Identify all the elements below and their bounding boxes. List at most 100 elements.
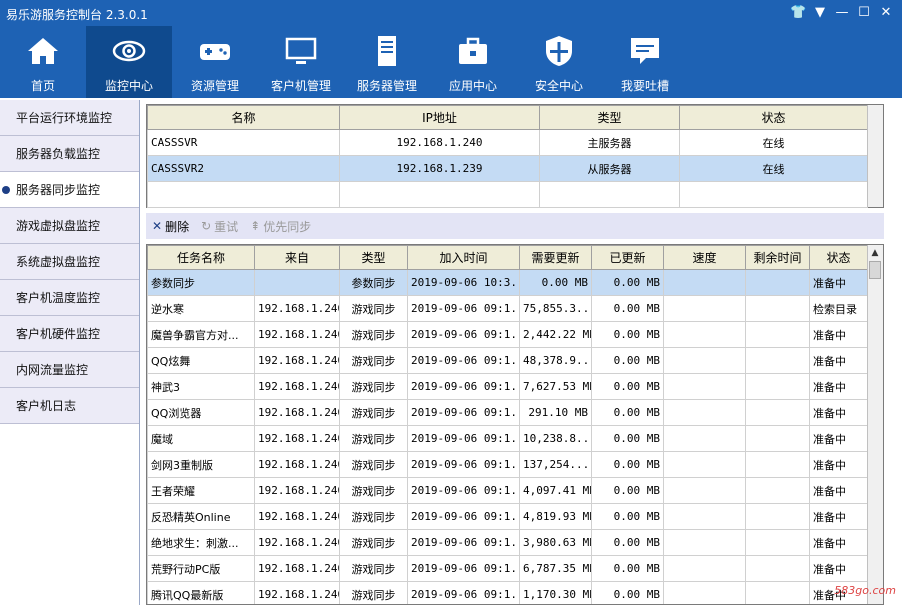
menu-icon[interactable]: ▼ (812, 5, 828, 21)
sidebar-item-label: 系统虚拟盘监控 (16, 255, 101, 269)
task-row[interactable]: 反恐精英Online 192.168.1.240 游戏同步 2019-09-06 09… (147, 503, 868, 530)
task-row[interactable]: 腾讯QQ最新版 192.168.1.240 游戏同步 2019-09-06 09:1.… (147, 581, 868, 604)
nav-item-gamepad[interactable]: 资源管理 (172, 26, 258, 98)
nav-item-label: 服务器管理 (356, 79, 417, 93)
nav-item-label: 安全中心 (534, 79, 583, 93)
column-header[interactable]: 状态 (809, 245, 868, 270)
task-table-scrollbar[interactable]: ▲ (867, 245, 883, 604)
table-cell: 2019-09-06 09:1... (407, 529, 520, 556)
table-cell: 192.168.1.240 (254, 399, 340, 426)
task-row[interactable]: 魔兽争霸官方对... 192.168.1.240 游戏同步 2019-09-06 09… (147, 321, 868, 348)
table-cell: 2019-09-06 09:1... (407, 373, 520, 400)
sidebar-item[interactable]: 游戏虚拟盘监控 (0, 208, 139, 244)
table-cell: 0.00 MB (591, 347, 664, 374)
server-table-scrollbar[interactable] (867, 105, 883, 207)
table-cell: 主服务器 (539, 129, 680, 156)
table-cell: 神武3 (147, 373, 255, 400)
table-cell (745, 425, 810, 452)
scroll-up-icon[interactable]: ▲ (868, 245, 882, 261)
table-cell (663, 477, 746, 504)
table-cell (745, 451, 810, 478)
sidebar-item[interactable]: 系统虚拟盘监控 (0, 244, 139, 280)
table-cell: 192.168.1.240 (339, 129, 540, 156)
task-row[interactable]: 参数同步 参数同步 2019-09-06 10:3... 0.00 MB 0.00 MB… (147, 269, 868, 296)
column-header[interactable]: 任务名称 (147, 245, 255, 270)
table-cell (663, 425, 746, 452)
table-cell: 48,378.9... (519, 347, 592, 374)
table-cell: QQ浏览器 (147, 399, 255, 426)
table-cell: 反恐精英Online (147, 503, 255, 530)
close-icon[interactable]: ✕ (878, 5, 894, 21)
sidebar-item[interactable]: 客户机硬件监控 (0, 316, 139, 352)
column-header[interactable]: 已更新 (591, 245, 664, 270)
task-table: 任务名称 来自 类型 加入时间 需要更新 已更新 速度 剩余时间 状态 参数同步 参数同步 2019-… (147, 245, 868, 604)
table-cell: 准备中 (809, 503, 868, 530)
table-cell: 腾讯QQ最新版 (147, 581, 255, 604)
sidebar-item[interactable]: 服务器同步监控 (0, 172, 139, 208)
nav-item-label: 监控中心 (104, 79, 153, 93)
column-header[interactable]: 剩余时间 (745, 245, 810, 270)
sidebar-item[interactable]: 平台运行环境监控 (0, 100, 139, 136)
column-header[interactable]: 类型 (339, 245, 408, 270)
nav-item-monitor[interactable]: 客户机管理 (258, 26, 344, 98)
server-row[interactable]: CASSSVR2 192.168.1.239 从服务器 在线 (147, 155, 868, 182)
table-cell (663, 321, 746, 348)
nav-item-label: 我要吐槽 (620, 79, 669, 93)
table-cell (663, 347, 746, 374)
column-header[interactable]: IP地址 (339, 105, 540, 130)
table-cell: 检索目录 (809, 295, 868, 322)
task-row[interactable]: 王者荣耀 192.168.1.240 游戏同步 2019-09-06 09:1... 4… (147, 477, 868, 504)
nav-item-eye[interactable]: 监控中心 (86, 26, 172, 98)
table-cell: 准备中 (809, 529, 868, 556)
column-header[interactable]: 类型 (539, 105, 680, 130)
gamepad-icon (198, 34, 232, 77)
task-row[interactable]: QQ炫舞 192.168.1.240 游戏同步 2019-09-06 09:1... 4… (147, 347, 868, 374)
table-cell: 192.168.1.240 (254, 555, 340, 582)
table-cell: 2019-09-06 09:1... (407, 555, 520, 582)
retry-button[interactable]: ↻ 重试 (201, 218, 238, 235)
column-header[interactable]: 名称 (147, 105, 340, 130)
column-header[interactable]: 速度 (663, 245, 746, 270)
table-cell: 0.00 MB (591, 581, 664, 604)
skin-icon[interactable]: 👕 (790, 5, 806, 21)
maximize-icon[interactable]: ☐ (856, 5, 872, 21)
table-cell: 0.00 MB (591, 503, 664, 530)
sidebar-item[interactable]: 客户机温度监控 (0, 280, 139, 316)
table-cell: 4,819.93 MB (519, 503, 592, 530)
server-table-panel: 名称 IP地址 类型 状态 CASSSVR 192.168.1.240 主服务器 在线 CASS… (146, 104, 884, 208)
nav-item-toolbox[interactable]: 应用中心 (430, 26, 516, 98)
sidebar-item[interactable]: 内网流量监控 (0, 352, 139, 388)
minimize-icon[interactable]: — (834, 5, 850, 21)
column-header[interactable]: 状态 (679, 105, 868, 130)
table-cell: 准备中 (809, 425, 868, 452)
task-row[interactable]: 魔域 192.168.1.240 游戏同步 2019-09-06 09:1... 10,… (147, 425, 868, 452)
task-row[interactable]: 神武3 192.168.1.240 游戏同步 2019-09-06 09:1... 7,… (147, 373, 868, 400)
table-cell (679, 181, 868, 208)
column-header[interactable]: 来自 (254, 245, 340, 270)
table-cell: CASSSVR (147, 129, 340, 156)
nav-item-server[interactable]: 服务器管理 (344, 26, 430, 98)
nav-item-shield[interactable]: 安全中心 (516, 26, 602, 98)
column-header[interactable]: 加入时间 (407, 245, 520, 270)
table-cell (745, 269, 810, 296)
sidebar-item[interactable]: 客户机日志 (0, 388, 139, 424)
server-row[interactable]: CASSSVR 192.168.1.240 主服务器 在线 (147, 129, 868, 156)
table-cell: 准备中 (809, 451, 868, 478)
table-cell: 从服务器 (539, 155, 680, 182)
task-row[interactable]: QQ浏览器 192.168.1.240 游戏同步 2019-09-06 09:1...… (147, 399, 868, 426)
table-cell: 291.10 MB (519, 399, 592, 426)
task-row[interactable]: 绝地求生：刺激... 192.168.1.240 游戏同步 2019-09-06 09… (147, 529, 868, 556)
task-row[interactable]: 荒野行动PC版 192.168.1.240 游戏同步 2019-09-06 09:1.… (147, 555, 868, 582)
task-row[interactable]: 逆水寒 192.168.1.240 游戏同步 2019-09-06 09:1... 75… (147, 295, 868, 322)
watermark: 583go.com (834, 584, 896, 597)
nav-item-chat[interactable]: 我要吐槽 (602, 26, 688, 98)
task-table-header: 任务名称 来自 类型 加入时间 需要更新 已更新 速度 剩余时间 状态 (147, 245, 868, 270)
home-icon (26, 34, 60, 77)
sidebar-item[interactable]: 服务器负载监控 (0, 136, 139, 172)
task-row[interactable]: 剑网3重制版 192.168.1.240 游戏同步 2019-09-06 09:1..… (147, 451, 868, 478)
nav-item-home[interactable]: 首页 (0, 26, 86, 98)
priority-sync-button[interactable]: ⇞ 优先同步 (250, 218, 311, 235)
delete-button[interactable]: ✕ 删除 (152, 218, 189, 235)
scroll-thumb[interactable] (869, 261, 881, 279)
column-header[interactable]: 需要更新 (519, 245, 592, 270)
